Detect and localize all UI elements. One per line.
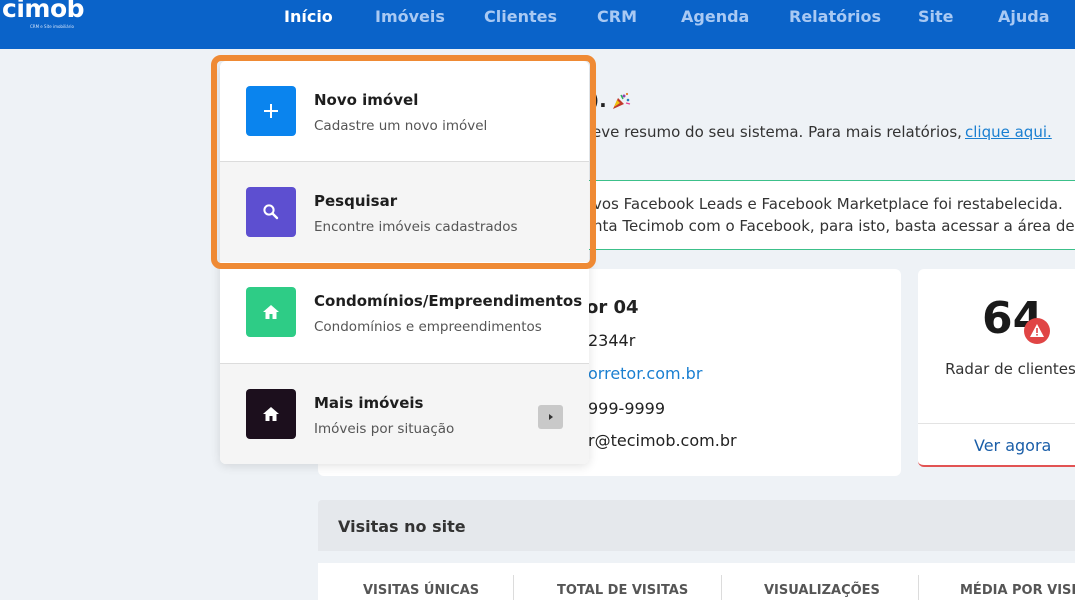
menu-item-title: Mais imóveis bbox=[314, 394, 424, 412]
menu-item-condominios[interactable]: Condomínios/Empreendimentos Condomínios … bbox=[220, 262, 589, 363]
nav-clientes[interactable]: Clientes bbox=[484, 7, 557, 26]
column-divider bbox=[513, 575, 514, 600]
menu-item-subtitle: Encontre imóveis cadastrados bbox=[314, 219, 518, 235]
profile-name: or 04 bbox=[586, 297, 639, 318]
logo[interactable]: cimob bbox=[2, 0, 85, 23]
menu-item-pesquisar[interactable]: Pesquisar Encontre imóveis cadastrados bbox=[220, 161, 589, 262]
top-navbar: cimob CRM e Site imobiliário Início Imóv… bbox=[0, 0, 1075, 49]
column-divider bbox=[918, 575, 919, 600]
nav-inicio[interactable]: Início bbox=[284, 7, 333, 26]
home-icon bbox=[246, 287, 296, 337]
radar-label: Radar de clientes bbox=[945, 360, 1075, 378]
nav-agenda[interactable]: Agenda bbox=[681, 7, 749, 26]
search-icon bbox=[246, 187, 296, 237]
greeting-text: ). bbox=[590, 88, 607, 112]
summary-text: eve resumo do seu sistema. Para mais rel… bbox=[592, 123, 962, 141]
chevron-right-icon[interactable] bbox=[538, 405, 563, 429]
warning-icon bbox=[1024, 318, 1050, 344]
menu-item-mais-imoveis[interactable]: Mais imóveis Imóveis por situação bbox=[220, 363, 589, 464]
menu-item-subtitle: Imóveis por situação bbox=[314, 421, 455, 437]
visits-col-unique: VISITAS ÚNICAS bbox=[363, 583, 480, 598]
reports-link[interactable]: clique aqui. bbox=[965, 123, 1052, 141]
home-icon bbox=[246, 389, 296, 439]
profile-site-link[interactable]: orretor.com.br bbox=[588, 364, 702, 383]
nav-imoveis[interactable]: Imóveis bbox=[375, 7, 445, 26]
facebook-alert bbox=[583, 180, 1075, 250]
radar-divider bbox=[918, 423, 1075, 424]
alert-text-line2: nta Tecimob com o Facebook, para isto, b… bbox=[593, 217, 1075, 235]
menu-item-subtitle: Cadastre um novo imóvel bbox=[314, 118, 488, 134]
menu-item-title: Novo imóvel bbox=[314, 91, 419, 109]
menu-item-title: Condomínios/Empreendimentos bbox=[314, 292, 583, 310]
profile-phone: 999-9999 bbox=[588, 399, 666, 418]
nav-ajuda[interactable]: Ajuda bbox=[998, 7, 1050, 26]
visits-col-average: MÉDIA POR VISITA bbox=[960, 583, 1075, 598]
menu-item-title: Pesquisar bbox=[314, 192, 398, 210]
profile-creci: 2344r bbox=[588, 331, 636, 350]
profile-email: r@tecimob.com.br bbox=[588, 431, 737, 450]
nav-crm[interactable]: CRM bbox=[597, 7, 637, 26]
plus-icon bbox=[246, 86, 296, 136]
alert-text-line1: vos Facebook Leads e Facebook Marketplac… bbox=[593, 195, 1063, 213]
imoveis-dropdown-menu: Novo imóvel Cadastre um novo imóvel Pesq… bbox=[220, 61, 589, 464]
visits-col-total: TOTAL DE VISITAS bbox=[557, 583, 689, 598]
party-popper-icon bbox=[613, 92, 631, 109]
menu-item-novo-imovel[interactable]: Novo imóvel Cadastre um novo imóvel bbox=[220, 61, 589, 162]
column-divider bbox=[721, 575, 722, 600]
radar-view-link[interactable]: Ver agora bbox=[974, 436, 1051, 455]
nav-site[interactable]: Site bbox=[918, 7, 954, 26]
nav-relatorios[interactable]: Relatórios bbox=[789, 7, 881, 26]
visits-title: Visitas no site bbox=[338, 517, 466, 536]
menu-item-subtitle: Condomínios e empreendimentos bbox=[314, 319, 542, 335]
logo-tagline: CRM e Site imobiliário bbox=[30, 24, 74, 29]
visits-col-views: VISUALIZAÇÕES bbox=[764, 583, 880, 598]
